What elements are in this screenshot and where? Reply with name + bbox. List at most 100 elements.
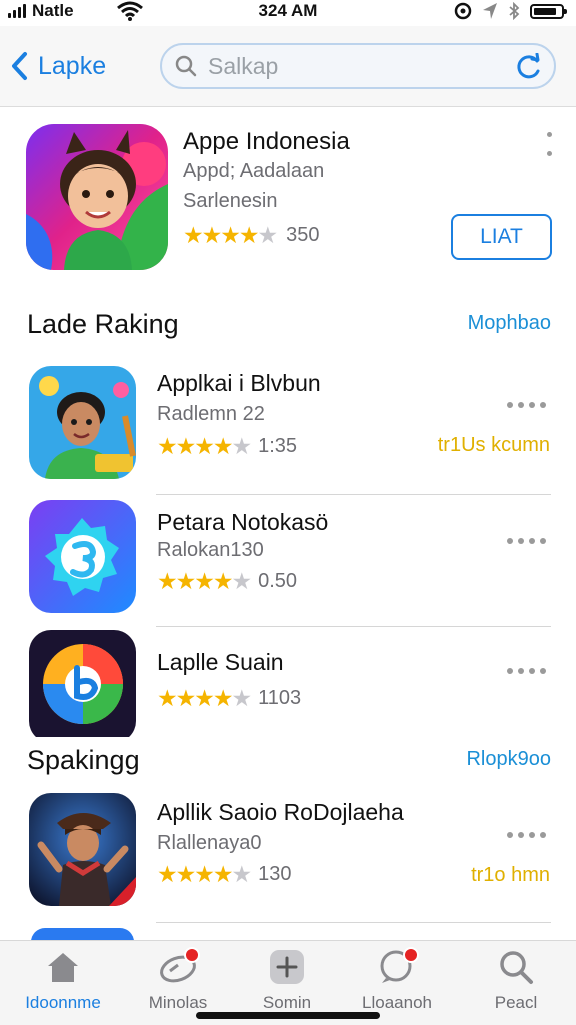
featured-app-icon[interactable] xyxy=(26,124,168,270)
app-name[interactable]: Laplle Suain xyxy=(157,649,284,676)
notification-badge xyxy=(403,947,419,963)
star-icon: ★ xyxy=(212,861,234,887)
chevron-left-icon xyxy=(12,52,27,80)
divider xyxy=(156,922,551,923)
star-icon: ★ xyxy=(201,222,223,248)
back-button[interactable]: Lapke xyxy=(10,44,106,88)
star-icon: ★ xyxy=(220,222,241,248)
add-icon xyxy=(267,947,307,987)
star-rating: ★★★★★ xyxy=(157,861,253,888)
tab-label: Idoonnme xyxy=(25,993,101,1012)
rating-count: 350 xyxy=(286,224,320,246)
updates-icon xyxy=(377,947,419,987)
star-icon: ★ xyxy=(194,433,215,459)
nav-bar: Lapke xyxy=(0,26,576,107)
star-icon: ★ xyxy=(231,685,253,711)
bluetooth-icon xyxy=(509,2,520,20)
star-icon: ★ xyxy=(231,433,253,459)
divider xyxy=(156,494,551,495)
home-icon xyxy=(43,947,83,987)
section-title: Lade Raking xyxy=(27,309,179,339)
star-icon: ★ xyxy=(212,685,234,711)
star-icon: ★ xyxy=(212,568,234,594)
app-price: tr1o hmn xyxy=(471,864,550,886)
see-all-link[interactable]: Rlopk9oo xyxy=(466,748,551,771)
tab-label: Somin xyxy=(262,993,312,1012)
star-icon: ★ xyxy=(157,685,178,711)
status-bar: Natle 324 AM xyxy=(0,0,576,26)
search-icon xyxy=(174,53,200,79)
back-label: Lapke xyxy=(38,51,107,80)
featured-app-category: Sarlenesin xyxy=(183,190,278,212)
tab-label: Peacl xyxy=(494,993,538,1012)
search-icon xyxy=(496,947,536,987)
rating-count: 1103 xyxy=(258,687,302,709)
more-options-icon[interactable] xyxy=(507,538,546,544)
tab-home[interactable]: Idoonnme xyxy=(13,947,113,1021)
star-rating: ★★★★★ xyxy=(157,433,253,460)
battery-icon xyxy=(530,3,567,19)
star-icon: ★ xyxy=(194,861,215,887)
app-name[interactable]: Petara Notokasö xyxy=(157,509,328,536)
rating-count: 130 xyxy=(258,863,292,885)
star-rating: ★★★★★ xyxy=(157,685,253,712)
status-right xyxy=(454,0,567,22)
search-input[interactable] xyxy=(206,51,500,81)
see-all-link[interactable]: Mophbao xyxy=(468,312,551,335)
search-bar[interactable] xyxy=(160,43,556,89)
app-subtitle: Rlallenaya0 xyxy=(157,832,262,854)
tab-add[interactable]: Somin xyxy=(237,947,337,1021)
app-rating: ★★★★★ 0.50 xyxy=(157,568,297,595)
more-options-icon[interactable] xyxy=(544,132,554,156)
notification-badge xyxy=(184,947,200,963)
star-icon: ★ xyxy=(175,861,197,887)
more-options-icon[interactable] xyxy=(507,668,546,674)
star-icon: ★ xyxy=(175,568,197,594)
featured-app-title[interactable]: Appe Indonesia xyxy=(183,128,350,156)
tab-games[interactable]: Minolas xyxy=(128,947,228,1021)
rating-count: 1:35 xyxy=(258,435,298,457)
app-price: tr1Us kcumn xyxy=(437,434,550,456)
star-icon: ★ xyxy=(257,222,279,248)
star-icon: ★ xyxy=(194,685,215,711)
tab-label: Lloaanoh xyxy=(362,993,432,1012)
featured-app-rating: ★★★★★ 350 xyxy=(183,222,320,249)
app-name[interactable]: Applkai i Blvbun xyxy=(157,370,321,397)
star-icon: ★ xyxy=(194,568,215,594)
rating-count: 0.50 xyxy=(258,570,298,592)
star-icon: ★ xyxy=(238,222,260,248)
more-options-icon[interactable] xyxy=(507,832,546,838)
app-icon[interactable] xyxy=(29,630,136,743)
app-rating: ★★★★★ 1103 xyxy=(157,685,301,712)
section-title: Spakingg xyxy=(27,745,140,775)
star-rating: ★★★★★ xyxy=(183,222,279,249)
app-rating: ★★★★★ 130 xyxy=(157,861,292,888)
star-icon: ★ xyxy=(157,861,178,887)
tab-updates[interactable]: Lloaanoh xyxy=(347,947,447,1021)
refresh-icon[interactable] xyxy=(514,53,542,81)
alarm-icon xyxy=(454,2,472,20)
app-icon[interactable] xyxy=(29,366,136,479)
tab-label: Minolas xyxy=(148,993,208,1012)
view-button[interactable]: LIAT xyxy=(451,214,552,260)
tab-search[interactable]: Peacl xyxy=(466,947,566,1021)
star-icon: ★ xyxy=(231,568,253,594)
star-icon: ★ xyxy=(175,685,197,711)
featured-app-developer: Appd; Aadalaan xyxy=(183,160,325,182)
games-icon xyxy=(158,947,200,987)
app-subtitle: Ralokan130 xyxy=(157,539,264,561)
home-indicator xyxy=(196,1012,380,1019)
location-icon xyxy=(483,3,497,19)
star-icon: ★ xyxy=(183,222,204,248)
star-rating: ★★★★★ xyxy=(157,568,253,595)
app-icon[interactable] xyxy=(29,500,136,613)
app-name[interactable]: Apllik Saoio RoDojlaeha xyxy=(157,799,404,826)
more-options-icon[interactable] xyxy=(507,402,546,408)
app-icon[interactable] xyxy=(29,793,136,906)
star-icon: ★ xyxy=(157,568,178,594)
star-icon: ★ xyxy=(231,861,253,887)
app-rating: ★★★★★ 1:35 xyxy=(157,433,297,460)
star-icon: ★ xyxy=(175,433,197,459)
divider xyxy=(156,626,551,627)
app-subtitle: Radlemn 22 xyxy=(157,403,265,425)
